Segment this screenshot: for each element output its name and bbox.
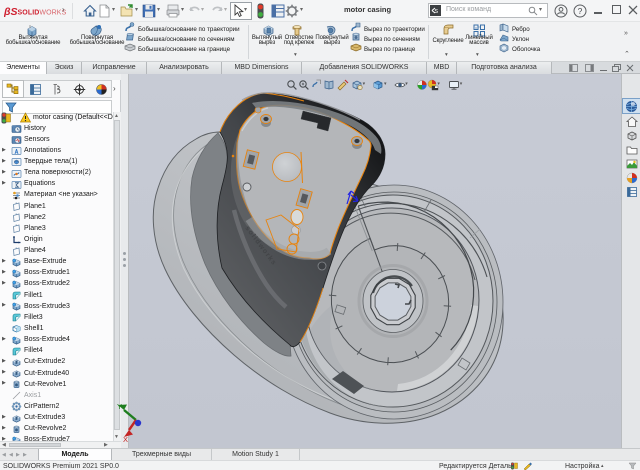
svg-text:βS: βS — [4, 6, 18, 18]
svg-text:?: ? — [578, 6, 583, 16]
svg-text:SOLIDWORKS: SOLIDWORKS — [18, 9, 67, 16]
svg-text:Y: Y — [117, 402, 122, 411]
svg-text:X: X — [123, 435, 128, 443]
svg-text:s: s — [435, 8, 439, 15]
